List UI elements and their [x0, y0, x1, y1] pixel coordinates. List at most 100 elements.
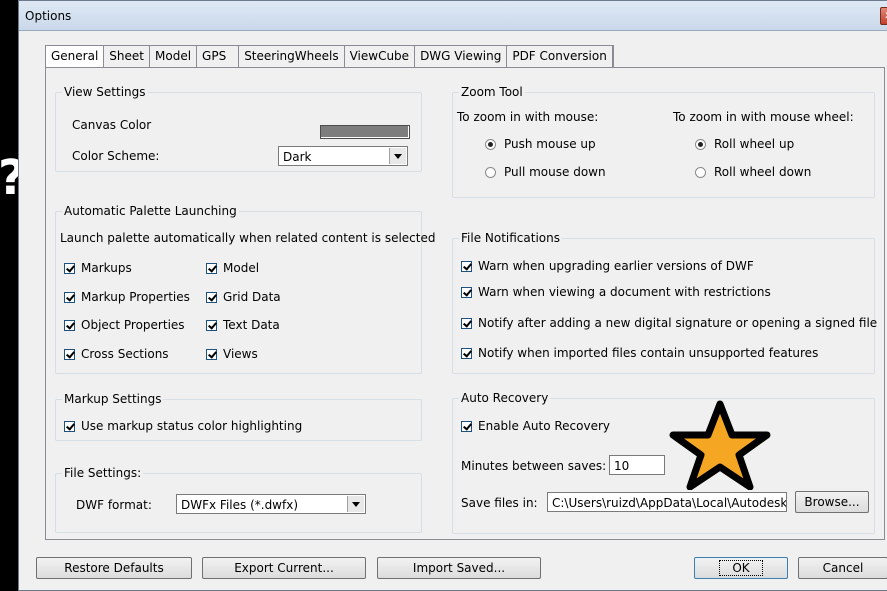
radio-roll-wheel-up-label: Roll wheel up	[714, 137, 795, 151]
checkbox-box	[206, 319, 217, 331]
tab-steeringwheels[interactable]: SteeringWheels	[239, 46, 345, 68]
checkbox-box	[206, 348, 217, 360]
radio-dot	[695, 138, 706, 150]
radio-dot	[485, 138, 496, 150]
checkbox-box	[461, 420, 472, 432]
checkbox-markup-highlighting[interactable]: Use markup status color highlighting	[64, 419, 302, 433]
checkbox-enable-auto-recovery[interactable]: Enable Auto Recovery	[461, 419, 610, 433]
checkbox-cross-sections-label: Cross Sections	[81, 347, 169, 361]
checkbox-grid-data[interactable]: Grid Data	[206, 290, 281, 304]
save-path-input[interactable]: C:\Users\ruizd\AppData\Local\Autodesk\	[547, 492, 787, 512]
checkbox-notify-signature-label: Notify after adding a new digital signat…	[478, 316, 878, 330]
dwf-format-label: DWF format:	[76, 498, 152, 512]
checkbox-object-properties-label: Object Properties	[81, 318, 185, 332]
checkbox-views[interactable]: Views	[206, 347, 258, 361]
checkbox-warn-upgrading[interactable]: Warn when upgrading earlier versions of …	[461, 259, 754, 273]
markup-settings-group: Markup Settings Use markup status color …	[55, 392, 422, 441]
checkbox-warn-restrictions-label: Warn when viewing a document with restri…	[478, 285, 771, 299]
radio-dot	[695, 166, 706, 178]
markup-settings-title: Markup Settings	[62, 392, 164, 406]
tab-dwg-viewing[interactable]: DWG Viewing	[415, 46, 508, 68]
import-saved-button[interactable]: Import Saved...	[377, 557, 541, 579]
checkbox-model[interactable]: Model	[206, 261, 259, 275]
tab-model[interactable]: Model	[150, 46, 198, 68]
browse-button[interactable]: Browse...	[795, 491, 869, 513]
minutes-input[interactable]: 10	[609, 455, 665, 475]
tab-gps[interactable]: GPS	[197, 46, 240, 68]
minutes-between-saves-label: Minutes between saves:	[461, 459, 607, 473]
cancel-button[interactable]: Cancel	[798, 557, 887, 579]
view-settings-title: View Settings	[62, 85, 148, 99]
checkbox-text-data-label: Text Data	[223, 318, 280, 332]
checkbox-box	[461, 317, 472, 329]
radio-roll-wheel-up[interactable]: Roll wheel up	[695, 137, 794, 151]
checkbox-enable-auto-recovery-label: Enable Auto Recovery	[478, 419, 611, 433]
palette-launching-title: Automatic Palette Launching	[62, 204, 239, 218]
checkbox-warn-restrictions[interactable]: Warn when viewing a document with restri…	[461, 285, 771, 299]
checkbox-markup-highlighting-label: Use markup status color highlighting	[81, 419, 303, 433]
star-shape	[669, 400, 771, 490]
canvas-color-swatch[interactable]	[320, 125, 410, 139]
save-files-in-label: Save files in:	[461, 496, 538, 510]
view-settings-group: View Settings Canvas Color Color Scheme:…	[55, 85, 422, 172]
star-annotation-icon	[669, 400, 771, 490]
auto-recovery-title: Auto Recovery	[459, 391, 551, 405]
checkbox-notify-unsupported-label: Notify when imported files contain unsup…	[478, 346, 819, 360]
palette-launching-group: Automatic Palette Launching Launch palet…	[55, 204, 435, 374]
checkbox-object-properties[interactable]: Object Properties	[64, 318, 185, 332]
window-title: Options	[25, 9, 72, 23]
checkbox-box	[461, 260, 472, 272]
radio-pull-mouse-down-label: Pull mouse down	[504, 165, 606, 179]
ok-button[interactable]: OK	[694, 557, 788, 579]
checkbox-text-data[interactable]: Text Data	[206, 318, 280, 332]
dwf-format-select[interactable]: DWFx Files (*.dwfx)	[176, 494, 366, 514]
checkbox-cross-sections[interactable]: Cross Sections	[64, 347, 169, 361]
radio-roll-wheel-down[interactable]: Roll wheel down	[695, 165, 811, 179]
file-settings-group: File Settings: DWF format: DWFx Files (*…	[55, 466, 422, 533]
checkbox-box	[64, 348, 75, 360]
chevron-down-icon	[347, 496, 364, 512]
checkbox-markup-properties-label: Markup Properties	[81, 290, 190, 304]
file-notifications-title: File Notifications	[459, 231, 562, 245]
checkbox-box	[206, 262, 217, 274]
radio-dot	[485, 166, 496, 178]
auto-recovery-group: Auto Recovery Enable Auto Recovery Minut…	[452, 391, 875, 534]
zoom-wheel-label: To zoom in with mouse wheel:	[673, 110, 854, 124]
checkbox-markup-properties[interactable]: Markup Properties	[64, 290, 190, 304]
chevron-down-icon	[389, 148, 406, 164]
dwf-format-value: DWFx Files (*.dwfx)	[181, 498, 299, 512]
close-button[interactable]: x	[880, 7, 887, 25]
checkbox-model-label: Model	[223, 261, 260, 275]
tab-strip: General Sheet Model GPS SteeringWheels V…	[45, 45, 614, 68]
color-scheme-select[interactable]: Dark	[278, 146, 408, 166]
radio-roll-wheel-down-label: Roll wheel down	[714, 165, 812, 179]
export-current-button[interactable]: Export Current...	[202, 557, 366, 579]
zoom-mouse-label: To zoom in with mouse:	[457, 110, 599, 124]
tab-general[interactable]: General	[46, 46, 105, 68]
canvas-color-label: Canvas Color	[72, 118, 152, 132]
tab-viewcube[interactable]: ViewCube	[345, 46, 416, 68]
tab-sheet[interactable]: Sheet	[104, 46, 150, 68]
radio-pull-mouse-down[interactable]: Pull mouse down	[485, 165, 606, 179]
zoom-tool-group: Zoom Tool To zoom in with mouse: To zoom…	[452, 85, 875, 198]
radio-push-mouse-up[interactable]: Push mouse up	[485, 137, 596, 151]
tab-pdf-conversion[interactable]: PDF Conversion	[507, 46, 613, 68]
checkbox-box	[461, 286, 472, 298]
ok-button-label: OK	[719, 560, 763, 576]
radio-push-mouse-up-label: Push mouse up	[504, 137, 596, 151]
options-dialog: Options x General Sheet Model GPS Steeri…	[18, 0, 887, 591]
checkbox-box	[206, 291, 217, 303]
checkbox-markups[interactable]: Markups	[64, 261, 132, 275]
zoom-tool-title: Zoom Tool	[459, 85, 525, 99]
restore-defaults-button[interactable]: Restore Defaults	[36, 557, 192, 579]
checkbox-notify-unsupported[interactable]: Notify when imported files contain unsup…	[461, 346, 818, 360]
checkbox-box	[64, 262, 75, 274]
checkbox-box	[461, 347, 472, 359]
checkbox-notify-signature[interactable]: Notify after adding a new digital signat…	[461, 316, 877, 330]
checkbox-box	[64, 291, 75, 303]
file-notifications-group: File Notifications Warn when upgrading e…	[452, 231, 877, 374]
checkbox-markups-label: Markups	[81, 261, 132, 275]
checkbox-box	[64, 420, 75, 432]
palette-description: Launch palette automatically when relate…	[60, 231, 436, 245]
title-bar[interactable]: Options x	[19, 1, 887, 31]
